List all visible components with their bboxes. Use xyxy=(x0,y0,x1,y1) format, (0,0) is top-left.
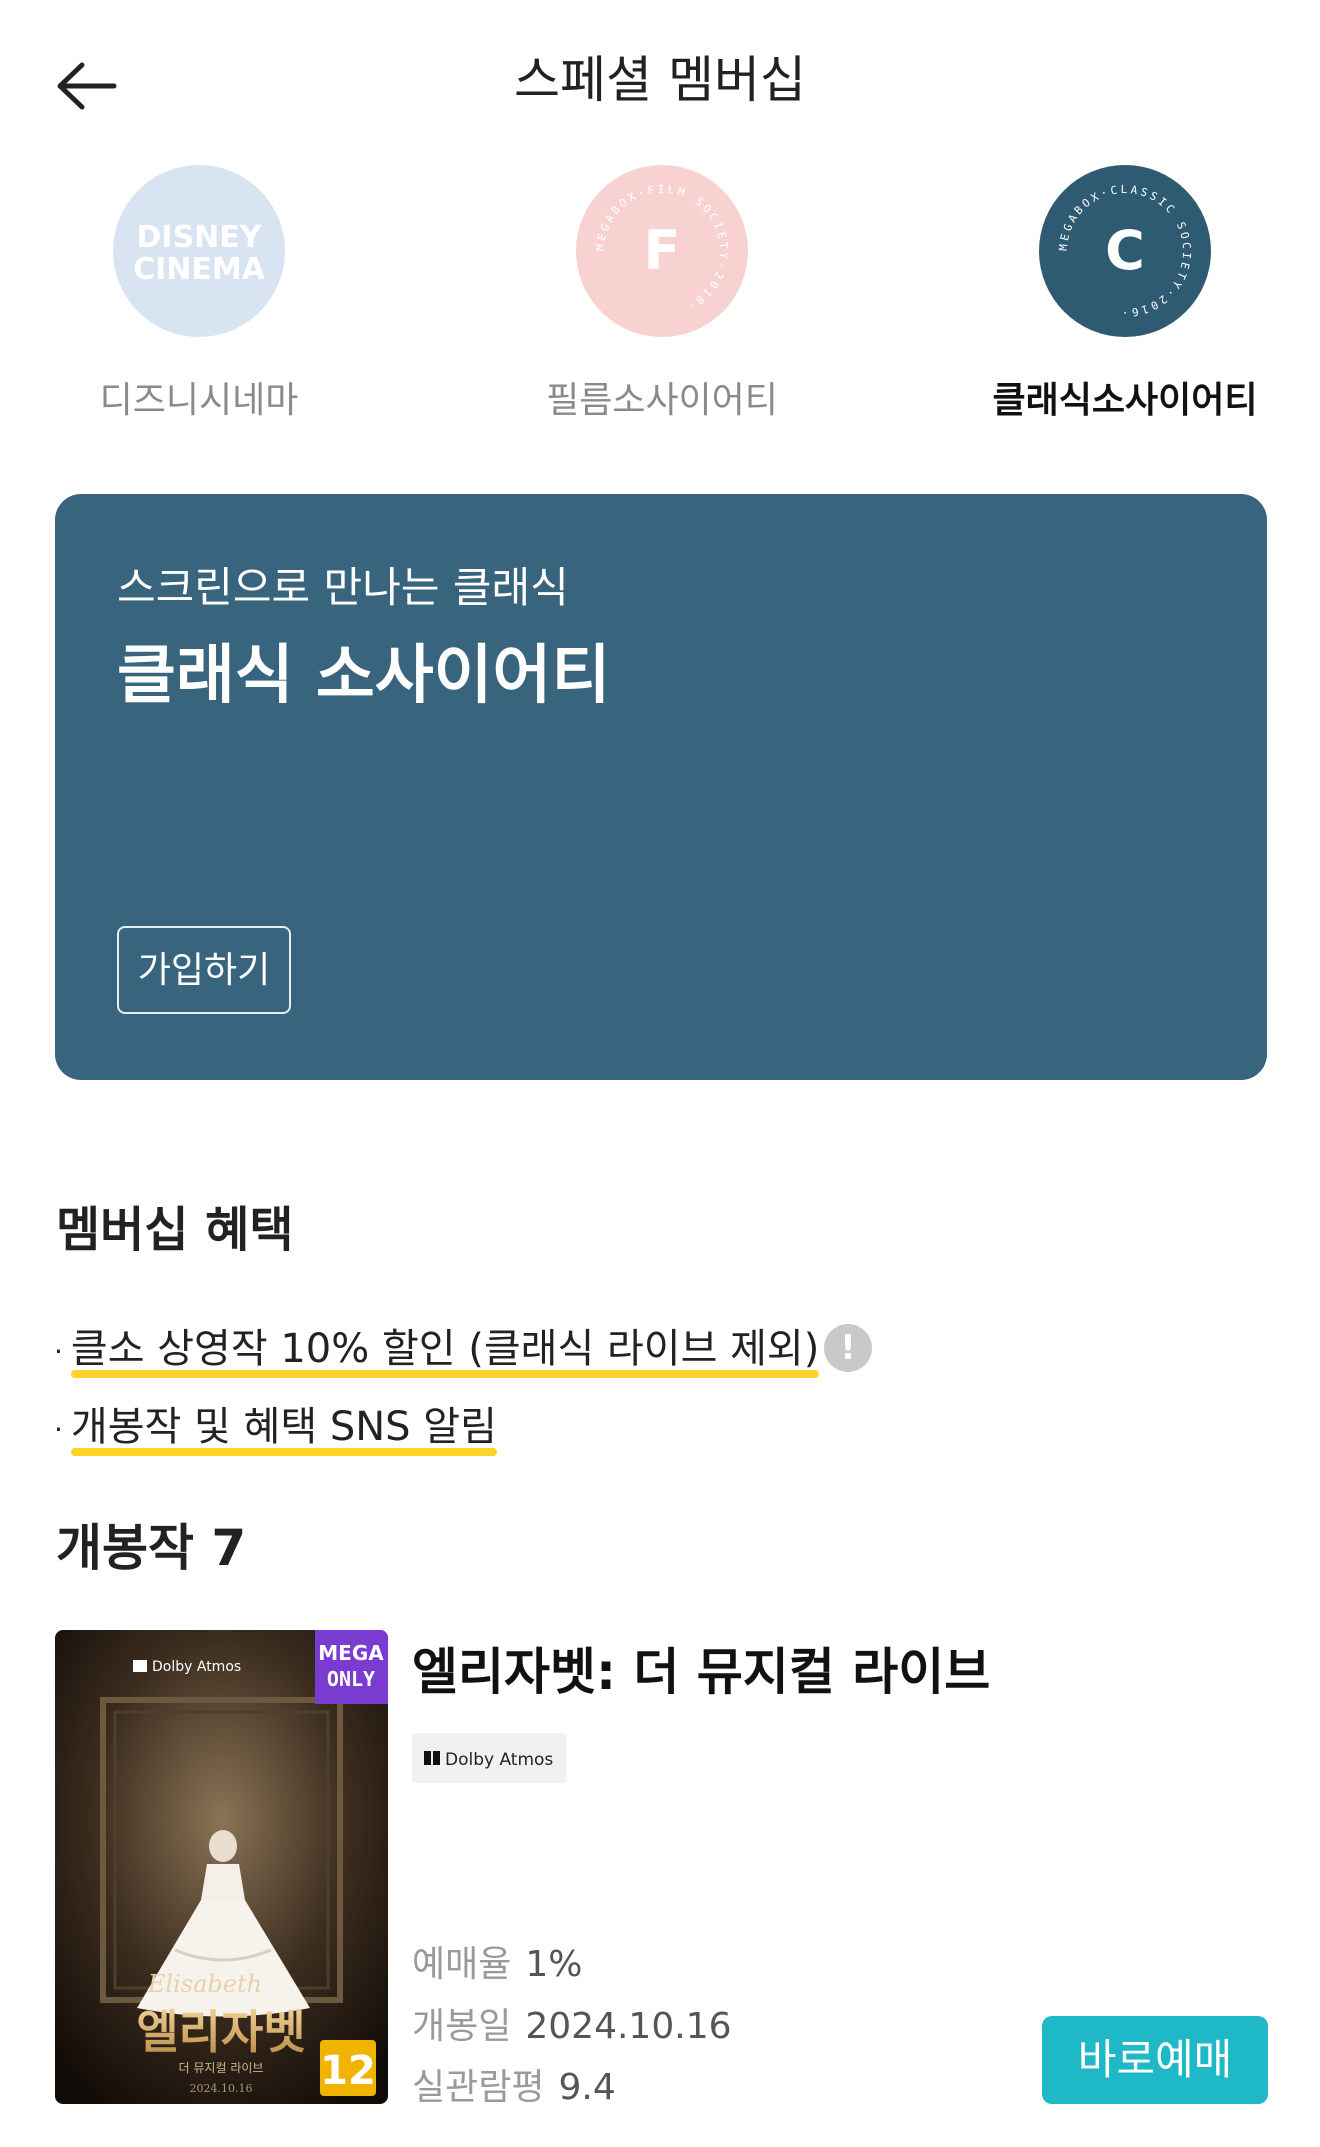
benefit-text: 클소 상영작 10% 할인 (클래식 라이브 제외) xyxy=(70,1316,820,1378)
benefit-text: 개봉작 및 혜택 SNS 알림 xyxy=(70,1394,497,1456)
svg-text:F: F xyxy=(644,219,681,282)
stat-value: 1% xyxy=(525,1944,583,1985)
dolby-badge-text: Dolby Atmos xyxy=(445,1750,553,1770)
benefit-item: · 클소 상영작 10% 할인 (클래식 라이브 제외) xyxy=(54,1316,820,1378)
tab-disney-cinema[interactable]: DISNEY CINEMA 디즈니시네마 xyxy=(49,165,349,423)
tab-label: 필름소사이어티 xyxy=(546,380,778,421)
releases-title: 개봉작 7 xyxy=(56,1519,247,1577)
stat-value: 2024.10.16 xyxy=(525,2006,732,2047)
poster-mega-line1: MEGA xyxy=(318,1641,384,1665)
film-society-logo: MEGABOX·FILM SOCIETY·2018· F xyxy=(576,165,748,337)
disney-cinema-logo: DISNEY CINEMA xyxy=(113,165,285,337)
info-icon[interactable]: ! xyxy=(824,1324,872,1372)
bullet: · xyxy=(54,1412,63,1446)
poster-rating: 12 xyxy=(320,2048,376,2094)
benefits-title: 멤버십 혜택 xyxy=(56,1202,294,1258)
tab-film-society[interactable]: MEGABOX·FILM SOCIETY·2018· F 필름소사이어티 xyxy=(512,165,812,423)
poster-date: 2024.10.16 xyxy=(190,2082,253,2095)
tab-label: 클래식소사이어티 xyxy=(992,380,1258,421)
tab-label: 디즈니시네마 xyxy=(99,380,299,421)
movie-poster[interactable]: Dolby Atmos MEGA ONLY Elisabeth 엘리자벳 더 뮤… xyxy=(55,1630,388,2104)
poster-subtitle: 더 뮤지컬 라이브 xyxy=(179,2061,264,2075)
stat-review-score: 실관람평 9.4 xyxy=(412,2058,616,2110)
poster-dolby: Dolby Atmos xyxy=(152,1659,241,1675)
page-title: 스페셜 멤버십 xyxy=(514,51,806,109)
stat-value: 9.4 xyxy=(558,2067,616,2108)
benefit-item: · 개봉작 및 혜택 SNS 알림 xyxy=(54,1394,497,1456)
join-button[interactable]: 가입하기 xyxy=(117,926,291,1014)
membership-banner: 스크린으로 만나는 클래식 클래식 소사이어티 가입하기 xyxy=(55,494,1267,1080)
stat-label: 개봉일 xyxy=(412,2006,512,2047)
bullet: · xyxy=(54,1334,63,1368)
svg-text:C: C xyxy=(1105,219,1145,282)
banner-subtitle: 스크린으로 만나는 클래식 xyxy=(117,563,569,612)
banner-title: 클래식 소사이어티 xyxy=(117,639,611,713)
svg-text:CINEMA: CINEMA xyxy=(133,252,266,287)
poster-script-title: Elisabeth xyxy=(147,1970,262,1998)
poster-mega-line2: ONLY xyxy=(327,1667,375,1691)
tab-classic-society[interactable]: MEGABOX·CLASSIC SOCIETY·2016· C 클래식소사이어티 xyxy=(975,165,1275,423)
poster-korean-title: 엘리자벳 xyxy=(136,2005,305,2059)
stat-label: 실관람평 xyxy=(412,2067,545,2108)
dolby-atmos-badge: Dolby Atmos xyxy=(412,1733,566,1783)
stat-booking-rate: 예매율 1% xyxy=(412,1935,583,1987)
stat-label: 예매율 xyxy=(412,1944,512,1985)
classic-society-logo: MEGABOX·CLASSIC SOCIETY·2016· C xyxy=(1039,165,1211,337)
svg-text:DISNEY: DISNEY xyxy=(137,220,263,255)
stat-release-date: 개봉일 2024.10.16 xyxy=(412,1997,732,2049)
book-now-button[interactable]: 바로예매 xyxy=(1042,2016,1268,2104)
movie-title[interactable]: 엘리자벳: 더 뮤지컬 라이브 xyxy=(412,1632,990,1704)
